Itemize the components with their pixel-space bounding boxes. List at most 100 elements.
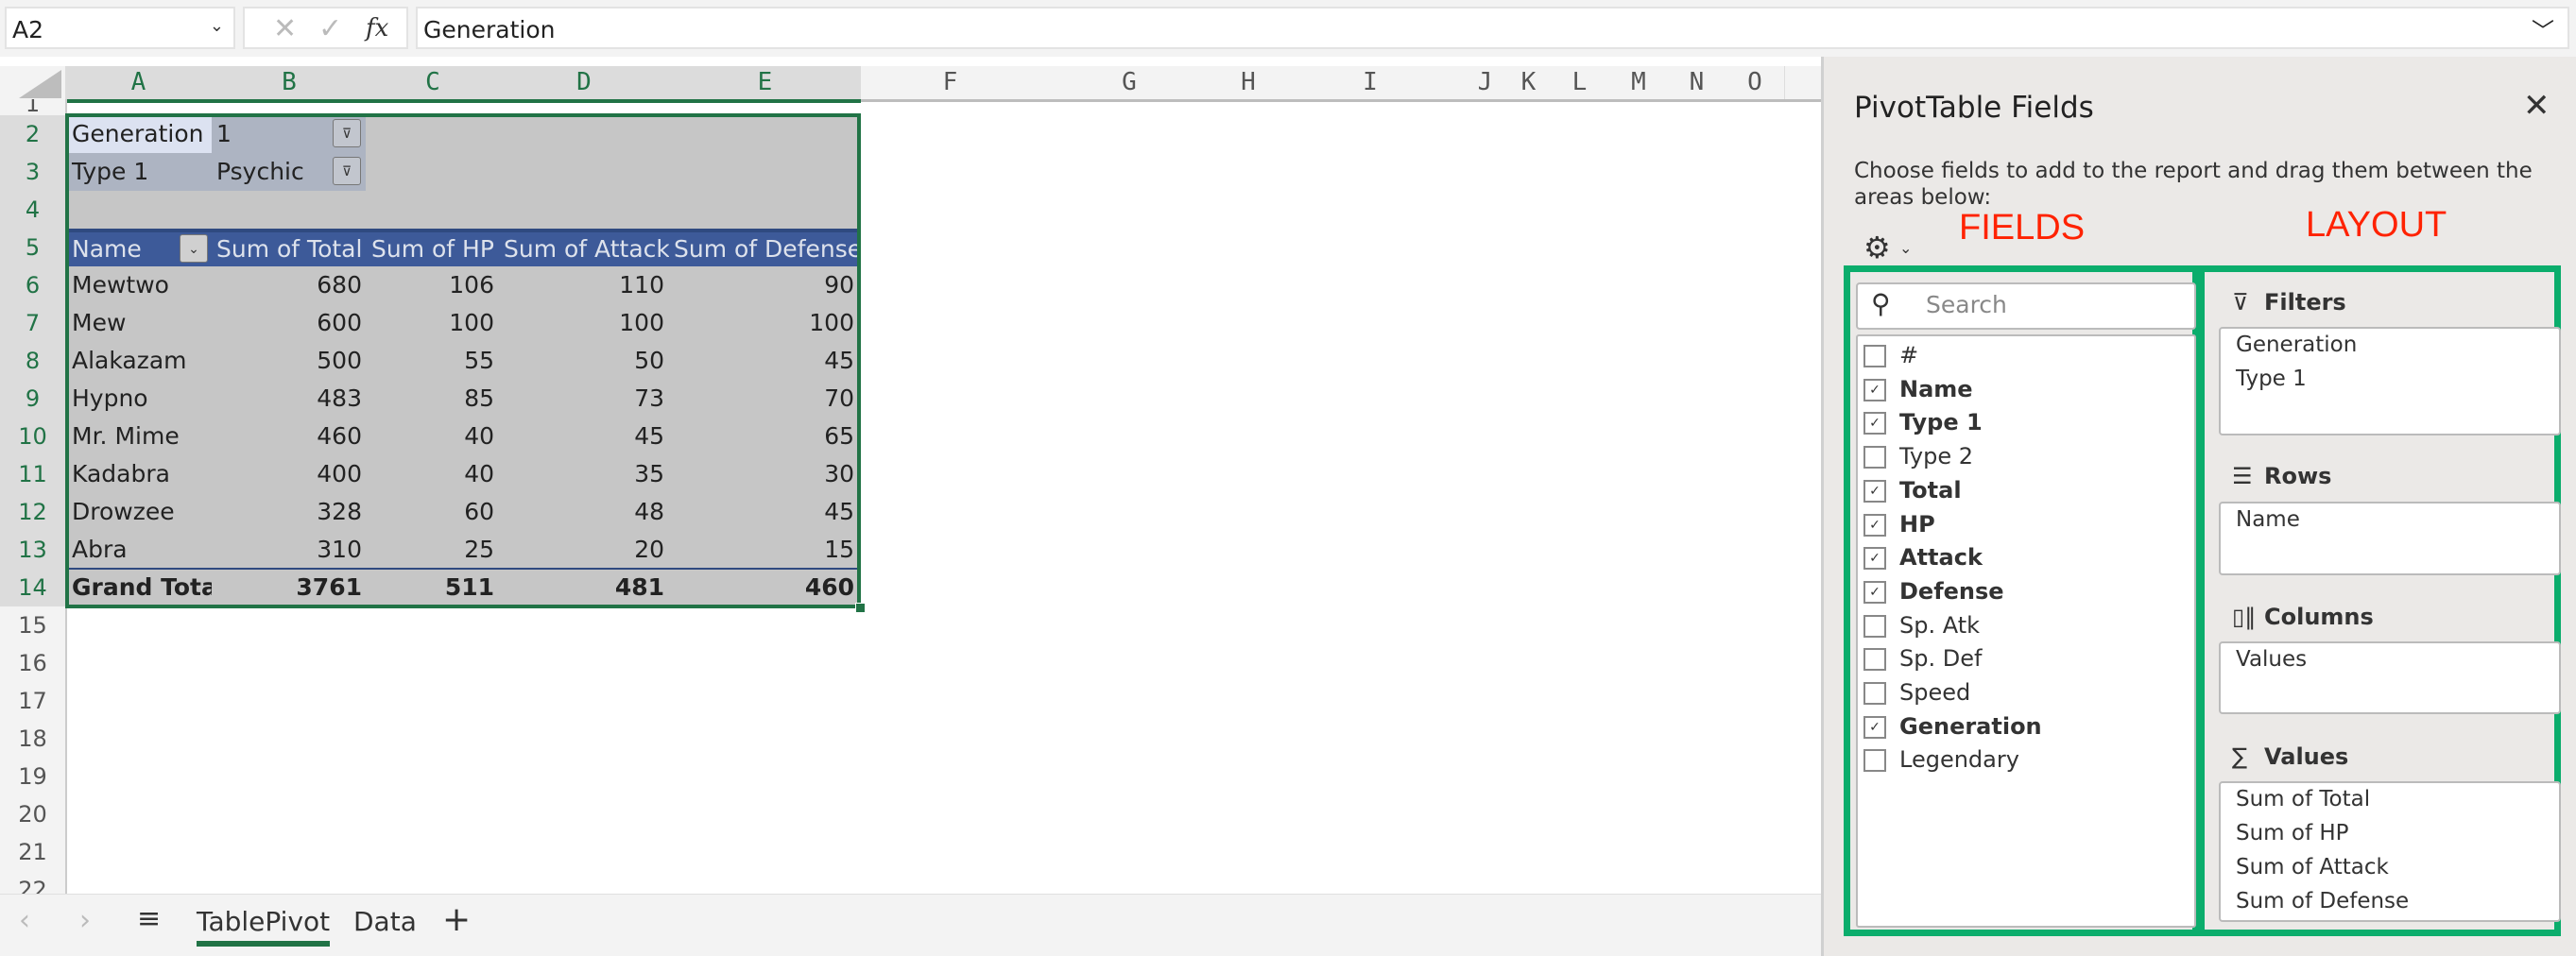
field-search-input[interactable]: ⚲ Search [1856, 282, 2196, 330]
column-header-a[interactable]: A [65, 66, 213, 99]
checkbox-unchecked[interactable] [1863, 446, 1886, 469]
row-header-13[interactable]: 13 [0, 531, 67, 570]
row-header-17[interactable]: 17 [0, 682, 67, 721]
checkbox-checked[interactable]: ✓ [1863, 580, 1886, 604]
rows-drop-zone[interactable]: Name [2219, 502, 2561, 575]
expand-formula-bar-icon[interactable]: ﹀ [2532, 12, 2554, 45]
row-header-22[interactable]: 22 [0, 871, 67, 894]
search-icon: ⚲ [1871, 288, 1891, 319]
close-icon[interactable]: ✕ [2523, 87, 2550, 125]
field-item[interactable]: ✓ HP [1863, 508, 1935, 540]
row-header-8[interactable]: 8 [0, 342, 67, 381]
field-item[interactable]: ✓ Name [1863, 373, 1973, 405]
column-header-j[interactable]: J [1463, 66, 1508, 99]
field-item[interactable]: Type 2 [1863, 440, 1973, 472]
checkbox-checked[interactable]: ✓ [1863, 479, 1886, 503]
columns-drop-zone[interactable]: Values [2219, 641, 2561, 714]
values-item[interactable]: Sum of Total [2236, 787, 2370, 811]
cancel-icon[interactable]: ✕ [273, 12, 297, 45]
chevron-left-icon[interactable]: ‹ [19, 904, 30, 937]
checkbox-checked[interactable]: ✓ [1863, 378, 1886, 401]
all-sheets-menu-icon[interactable]: ≡ [137, 902, 161, 935]
checkbox-checked[interactable]: ✓ [1863, 715, 1886, 739]
sheet-tab-bar: ‹ › ≡ TablePivot Data + [0, 894, 1821, 956]
row-header-9[interactable]: 9 [0, 380, 67, 418]
column-header-o[interactable]: O [1726, 66, 1785, 99]
field-item[interactable]: ✓ Attack [1863, 541, 1983, 573]
row-header-4[interactable]: 4 [0, 191, 67, 230]
column-header-f[interactable]: F [861, 66, 1040, 99]
row-header-16[interactable]: 16 [0, 644, 67, 683]
field-label: Legendary [1899, 746, 2019, 774]
chevron-right-icon[interactable]: › [79, 904, 91, 937]
rows-icon: ☰ [2232, 463, 2253, 489]
field-item[interactable]: ✓ Type 1 [1863, 406, 1983, 438]
column-header-k[interactable]: K [1507, 66, 1551, 99]
row-header-18[interactable]: 18 [0, 720, 67, 759]
row-header-14[interactable]: 14 [0, 569, 67, 607]
enter-icon[interactable]: ✓ [318, 12, 342, 45]
checkbox-checked[interactable]: ✓ [1863, 412, 1886, 435]
row-header-11[interactable]: 11 [0, 455, 67, 494]
fill-handle[interactable] [855, 603, 866, 613]
checkbox-unchecked[interactable] [1863, 749, 1886, 773]
sheet-tab-tablepivot[interactable]: TablePivot [197, 906, 331, 947]
field-item[interactable]: Sp. Atk [1863, 609, 1980, 641]
chevron-down-icon[interactable]: ⌄ [210, 16, 224, 36]
gear-icon[interactable]: ⚙ [1863, 230, 1891, 265]
field-item[interactable]: Speed [1863, 676, 1970, 708]
filters-item[interactable]: Type 1 [2236, 367, 2307, 391]
insert-function-icon[interactable]: fx [366, 14, 388, 43]
column-header-c[interactable]: C [367, 66, 500, 99]
row-header-19[interactable]: 19 [0, 758, 67, 796]
checkbox-unchecked[interactable] [1863, 614, 1886, 638]
row-header-7[interactable]: 7 [0, 304, 67, 343]
row-header-3[interactable]: 3 [0, 153, 67, 192]
columns-item[interactable]: Values [2236, 647, 2307, 672]
checkbox-unchecked[interactable] [1863, 682, 1886, 705]
row-header-15[interactable]: 15 [0, 606, 67, 645]
column-header-h[interactable]: H [1219, 66, 1279, 99]
row-header-10[interactable]: 10 [0, 418, 67, 456]
row-header-2[interactable]: 2 [0, 115, 67, 154]
row-header-21[interactable]: 21 [0, 833, 67, 872]
filters-drop-zone[interactable]: Generation Type 1 [2219, 327, 2561, 435]
values-item[interactable]: Sum of Defense [2236, 889, 2409, 913]
select-all-corner[interactable] [19, 70, 61, 98]
sheet-tab-data[interactable]: Data [353, 906, 417, 937]
values-item[interactable]: Sum of Attack [2236, 855, 2389, 879]
chevron-down-icon[interactable]: ⌄ [1899, 239, 1912, 257]
row-header-20[interactable]: 20 [0, 795, 67, 834]
formula-bar: A2 ⌄ ✕ ✓ fx Generation ﹀ [0, 0, 2576, 57]
column-header-m[interactable]: M [1609, 66, 1669, 99]
field-item[interactable]: ✓ Generation [1863, 710, 2042, 743]
checkbox-unchecked[interactable] [1863, 345, 1886, 367]
rows-item[interactable]: Name [2236, 507, 2300, 532]
checkbox-checked[interactable]: ✓ [1863, 513, 1886, 537]
filters-item[interactable]: Generation [2236, 333, 2357, 357]
field-item[interactable]: Legendary [1863, 743, 2019, 776]
field-item[interactable]: ✓ Total [1863, 474, 1962, 506]
field-item[interactable]: ✓ Defense [1863, 575, 2004, 607]
field-item[interactable]: Sp. Def [1863, 642, 1982, 674]
column-header-i[interactable]: I [1278, 66, 1464, 99]
column-header-g[interactable]: G [1039, 66, 1220, 99]
values-item[interactable]: Sum of HP [2236, 821, 2349, 845]
checkbox-checked[interactable]: ✓ [1863, 547, 1886, 571]
row-header-1[interactable]: 1 [0, 99, 67, 116]
column-header-l[interactable]: L [1550, 66, 1610, 99]
column-header-e[interactable]: E [669, 66, 862, 99]
add-sheet-icon[interactable]: + [442, 900, 471, 939]
column-header-b[interactable]: B [212, 66, 368, 99]
field-item[interactable]: # [1863, 339, 1918, 371]
name-box[interactable]: A2 ⌄ [5, 7, 235, 49]
column-header-n[interactable]: N [1668, 66, 1726, 99]
row-header-6[interactable]: 6 [0, 266, 67, 305]
row-header-5[interactable]: 5 [0, 229, 67, 267]
values-drop-zone[interactable]: Sum of Total Sum of HP Sum of Attack Sum… [2219, 781, 2561, 922]
formula-input[interactable]: Generation ﹀ [416, 7, 2569, 49]
checkbox-unchecked[interactable] [1863, 648, 1886, 672]
worksheet-grid[interactable]: ABCDEFGHIJKLMNO 1 2 3 4 5 6 7 8 9 10 11 12 13 14 15 16 1… [0, 57, 1821, 894]
column-header-d[interactable]: D [499, 66, 670, 99]
row-header-12[interactable]: 12 [0, 493, 67, 532]
